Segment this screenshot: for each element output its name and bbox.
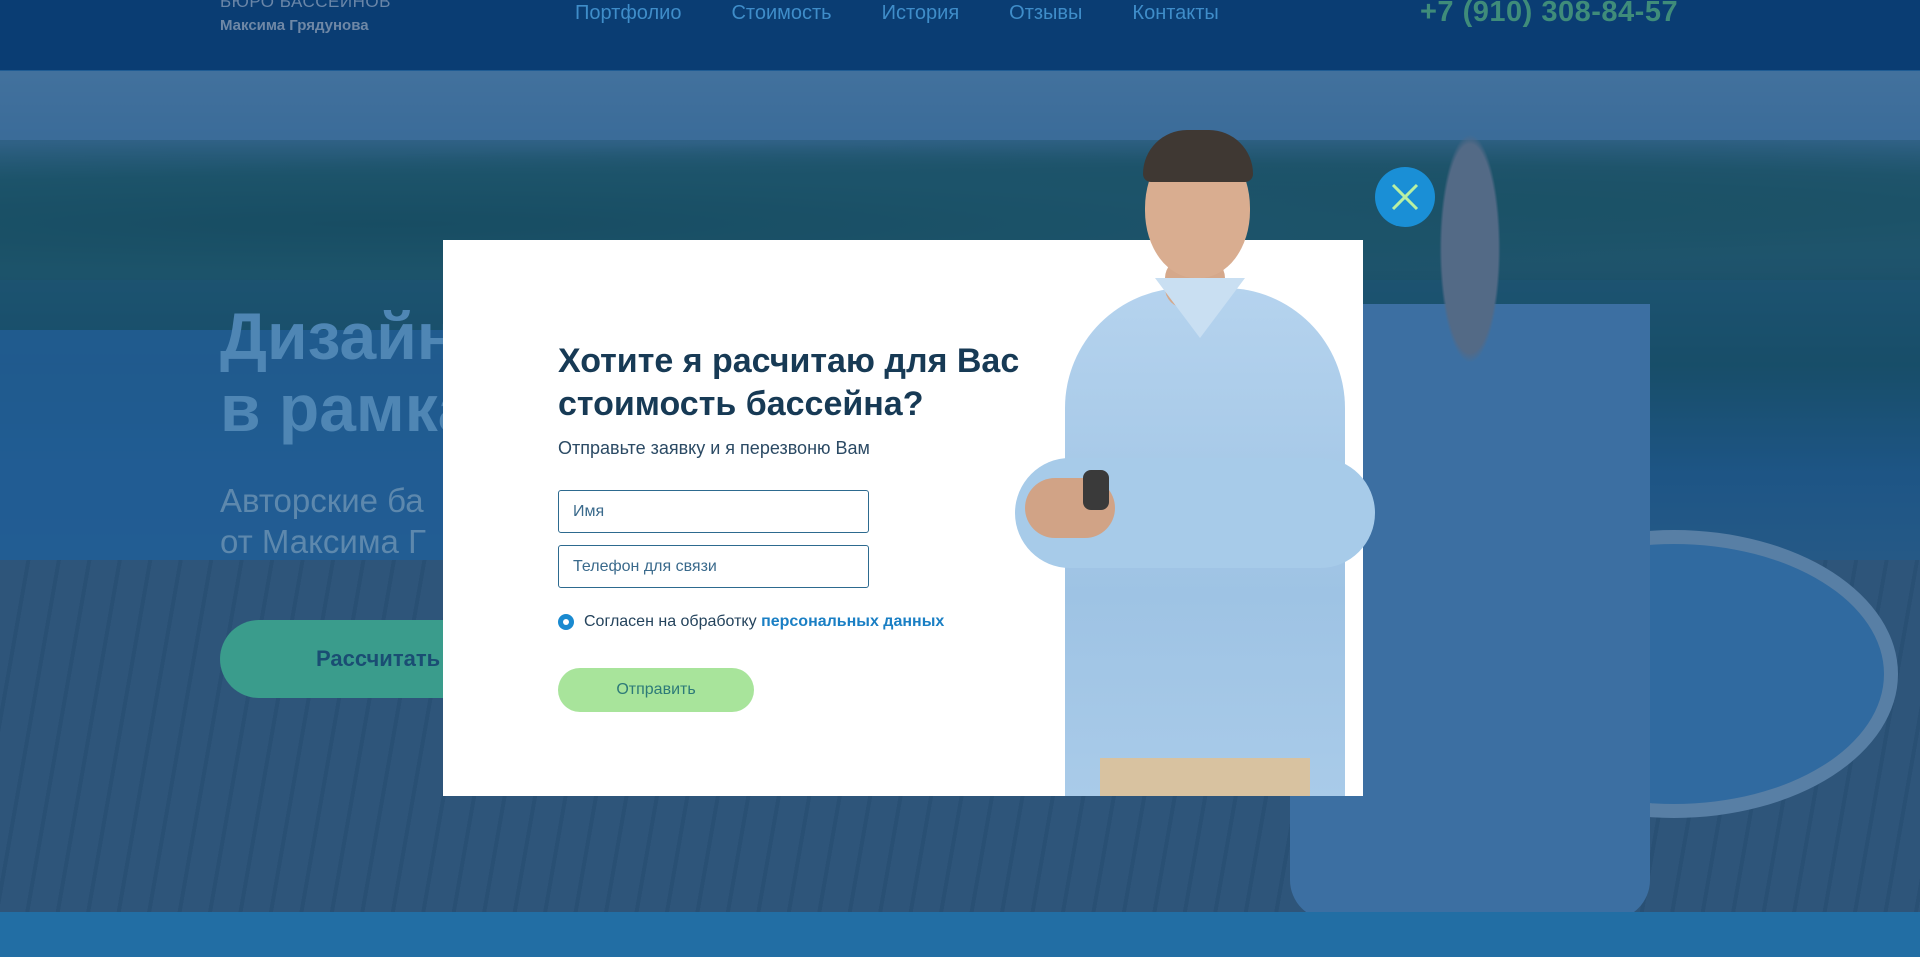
consent-label: Согласен на обработку: [584, 613, 757, 630]
nav-item-contacts[interactable]: Контакты: [1132, 0, 1218, 26]
logo-title[interactable]: БЮРО БАССЕЙНОВ: [220, 0, 391, 12]
nav-item-portfolio[interactable]: Портфолио: [575, 0, 681, 26]
site-header: БЮРО БАССЕЙНОВ Максима Грядунова Портфол…: [0, 0, 1920, 71]
nav-item-history[interactable]: История: [882, 0, 960, 26]
name-input[interactable]: [558, 490, 869, 533]
watch-icon: [1083, 470, 1109, 510]
consultant-pants: [1100, 758, 1310, 796]
consultant-photo: [1005, 118, 1405, 796]
consultant-hair: [1143, 130, 1253, 182]
personal-data-link[interactable]: персональных данных: [761, 613, 944, 630]
close-button[interactable]: [1375, 167, 1435, 227]
phone-input[interactable]: [558, 545, 869, 588]
submit-button[interactable]: Отправить: [558, 668, 754, 712]
consent-radio[interactable]: [558, 614, 574, 630]
nav-item-reviews[interactable]: Отзывы: [1009, 0, 1082, 26]
main-nav: Портфолио Стоимость История Отзывы Конта…: [575, 0, 1219, 26]
close-icon: [1391, 183, 1419, 211]
header-phone[interactable]: +7 (910) 308-84-57: [1420, 0, 1678, 29]
modal-title: Хотите я расчитаю для Вас стоимость басс…: [558, 342, 1020, 423]
footer-strip: [0, 912, 1920, 957]
modal-subtitle: Отправьте заявку и я перезвоню Вам: [558, 438, 870, 458]
consent-row: Согласен на обработку персональных данны…: [558, 613, 944, 631]
logo-subtitle[interactable]: Максима Грядунова: [220, 17, 369, 34]
hero-title: Дизайн в рамка: [220, 299, 475, 445]
nav-item-pricing[interactable]: Стоимость: [731, 0, 831, 26]
hero-subtitle: Авторские ба от Максима Г: [220, 482, 426, 560]
